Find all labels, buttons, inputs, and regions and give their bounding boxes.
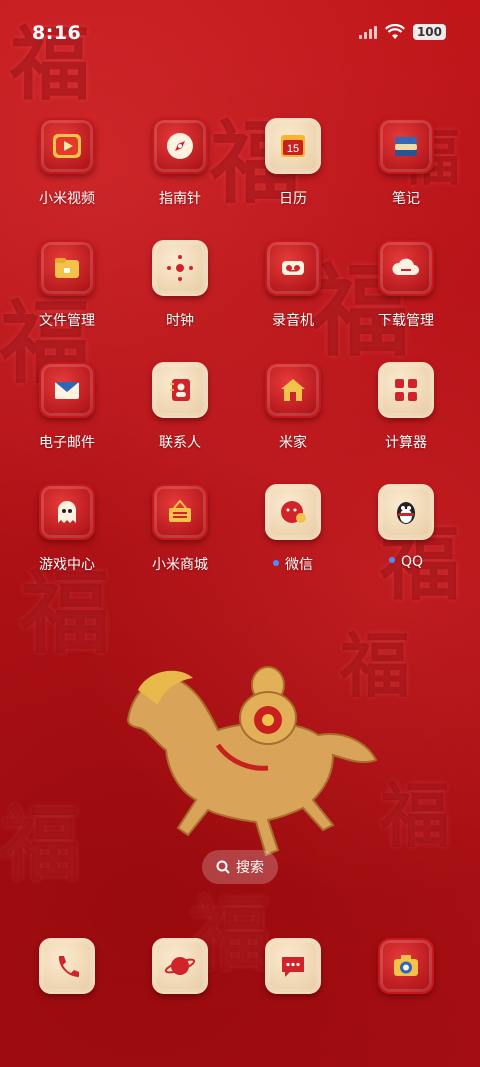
mail-icon <box>39 362 95 418</box>
status-bar: 8:16 100 <box>0 0 480 68</box>
app-label: 日历 <box>279 191 307 207</box>
video-play-icon <box>39 118 95 174</box>
app-label: 录音机 <box>272 313 314 329</box>
app-row: 小米视频 指南针 15 日历 笔记 <box>0 118 480 240</box>
app-mi-home[interactable]: 米家 <box>237 362 349 452</box>
camera-icon <box>378 938 434 994</box>
app-mi-video[interactable]: 小米视频 <box>11 118 123 208</box>
app-label: 计算器 <box>385 435 427 451</box>
search-label: 搜索 <box>236 860 264 876</box>
app-row: 电子邮件 联系人 米家 计算器 <box>0 362 480 484</box>
app-email[interactable]: 电子邮件 <box>11 362 123 452</box>
app-compass[interactable]: 指南针 <box>124 118 236 208</box>
status-icons: 100 <box>358 24 446 40</box>
app-downloads[interactable]: 下载管理 <box>350 240 462 330</box>
calculator-icon <box>378 362 434 418</box>
wifi-icon <box>384 24 405 39</box>
app-label: 指南针 <box>159 191 201 207</box>
app-mi-store[interactable]: 小米商城 <box>124 484 236 574</box>
app-label: 联系人 <box>159 435 201 451</box>
app-file-manager[interactable]: 文件管理 <box>11 240 123 330</box>
app-qq[interactable]: QQ <box>350 484 462 570</box>
app-game-center[interactable]: 游戏中心 <box>11 484 123 574</box>
app-notes[interactable]: 笔记 <box>350 118 462 208</box>
recorder-icon <box>265 240 321 296</box>
calendar-icon: 15 <box>265 118 321 174</box>
dock-browser[interactable] <box>124 938 236 994</box>
app-label: 文件管理 <box>39 313 95 329</box>
app-clock[interactable]: 时钟 <box>124 240 236 330</box>
shopping-basket-icon <box>152 484 208 540</box>
app-calculator[interactable]: 计算器 <box>350 362 462 452</box>
status-time: 8:16 <box>32 22 82 44</box>
browser-planet-icon <box>152 938 208 994</box>
wallpaper-fu-9: 福 <box>0 797 80 891</box>
app-label: 微信 <box>237 554 349 574</box>
app-label: 游戏中心 <box>39 557 95 573</box>
app-label: 小米视频 <box>39 191 95 207</box>
wallpaper-fu-10: 福 <box>380 774 450 857</box>
dock-camera[interactable] <box>350 938 462 994</box>
app-label: 下载管理 <box>378 313 434 329</box>
app-label: QQ <box>350 554 462 570</box>
app-row: 游戏中心 小米商城 微信 QQ <box>0 484 480 606</box>
ghost-icon <box>39 484 95 540</box>
notes-icon <box>378 118 434 174</box>
app-contacts[interactable]: 联系人 <box>124 362 236 452</box>
battery-icon: 100 <box>412 24 446 40</box>
contacts-icon <box>152 362 208 418</box>
qq-penguin-icon <box>378 484 434 540</box>
search-icon <box>216 860 230 874</box>
app-label: 米家 <box>279 435 307 451</box>
app-calendar[interactable]: 15 日历 <box>237 118 349 208</box>
home-icon <box>265 362 321 418</box>
new-install-dot <box>273 560 279 566</box>
app-label: 笔记 <box>392 191 420 207</box>
app-label: 电子邮件 <box>39 435 95 451</box>
app-label: 时钟 <box>166 313 194 329</box>
app-label: 小米商城 <box>152 557 208 573</box>
search-button[interactable]: 搜索 <box>202 850 278 884</box>
app-recorder[interactable]: 录音机 <box>237 240 349 330</box>
download-cloud-icon <box>378 240 434 296</box>
clock-icon <box>152 240 208 296</box>
wechat-icon <box>265 484 321 540</box>
app-row: 文件管理 时钟 录音机 下载管理 <box>0 240 480 362</box>
phone-icon <box>39 938 95 994</box>
messages-icon <box>265 938 321 994</box>
app-wechat[interactable]: 微信 <box>237 484 349 574</box>
golden-horse-illustration <box>126 666 378 857</box>
compass-icon <box>152 118 208 174</box>
new-install-dot <box>388 557 395 563</box>
folder-icon <box>39 240 95 296</box>
calendar-date: 15 <box>287 143 299 155</box>
cellular-signal-icon <box>358 25 377 39</box>
dock-phone[interactable] <box>11 938 123 994</box>
dock-messages[interactable] <box>237 938 349 994</box>
